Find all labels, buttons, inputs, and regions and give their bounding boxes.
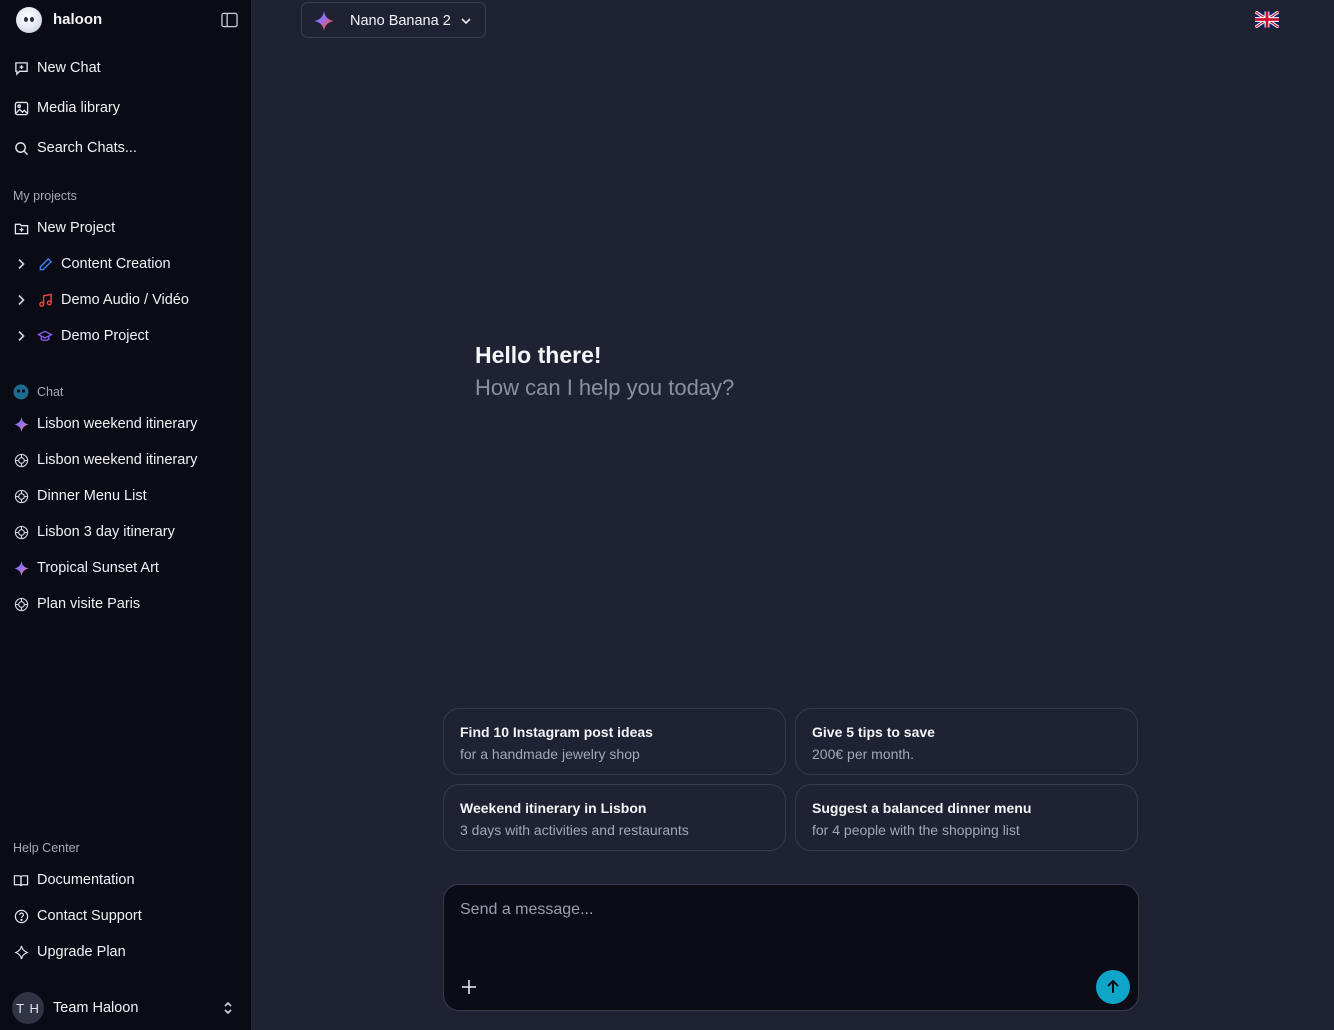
contact-support-label: Contact Support [37,908,142,924]
new-chat-button[interactable]: New Chat [0,53,252,83]
user-name: Team Haloon [53,1000,139,1016]
new-chat-icon [13,60,29,76]
chat-item[interactable]: Lisbon weekend itinerary [0,409,252,439]
chat-item[interactable]: Dinner Menu List [0,481,252,511]
chevron-right-icon[interactable] [13,292,29,308]
suggestion-card[interactable]: Find 10 Instagram post ideas for a handm… [443,708,786,775]
chat-item-label: Lisbon weekend itinerary [37,452,198,468]
project-label: Demo Project [61,328,149,344]
music-note-icon [37,292,53,308]
message-composer [443,884,1139,1011]
chat-section-label: Chat [37,385,64,399]
chat-item-label: Lisbon 3 day itinerary [37,524,175,540]
suggestion-title: Weekend itinerary in Lisbon [460,800,647,816]
model-selector-button[interactable]: Nano Banana 2 [301,2,486,38]
openai-icon [13,524,29,540]
model-name: Nano Banana 2 [350,13,451,29]
chevrons-up-down-icon [224,1001,232,1015]
contact-support-link[interactable]: Contact Support [0,901,252,931]
help-circle-icon [13,908,29,924]
chat-item[interactable]: Lisbon weekend itinerary [0,445,252,475]
avatar: T H [12,992,44,1024]
openai-icon [13,488,29,504]
my-projects-heading: My projects [13,189,77,203]
pencil-icon [37,256,53,272]
suggestion-card[interactable]: Weekend itinerary in Lisbon 3 days with … [443,784,786,851]
chat-item[interactable]: Lisbon 3 day itinerary [0,517,252,547]
chevron-right-icon[interactable] [13,328,29,344]
new-project-button[interactable]: New Project [0,213,252,243]
graduation-cap-icon [37,328,53,344]
chat-item-label: Plan visite Paris [37,596,141,612]
chat-section-heading: Chat [13,383,63,401]
greeting-subtitle: How can I help you today? [475,375,735,400]
suggestion-title: Give 5 tips to save [812,724,935,740]
new-project-label: New Project [37,220,116,236]
new-chat-label: New Chat [37,60,101,76]
upgrade-plan-link[interactable]: Upgrade Plan [0,937,252,967]
suggestion-card[interactable]: Give 5 tips to save 200€ per month. [795,708,1138,775]
media-library-label: Media library [37,100,120,116]
search-icon [13,140,29,156]
gemini-sparkle-icon [13,416,29,432]
book-icon [13,872,29,888]
send-button[interactable] [1096,970,1130,1004]
chat-mascot-icon [13,384,29,400]
chat-item-label: Tropical Sunset Art [37,560,159,576]
openai-icon [13,596,29,612]
documentation-link[interactable]: Documentation [0,865,252,895]
media-library-button[interactable]: Media library [0,93,252,123]
folder-plus-icon [13,220,29,236]
sidebar: haloon New Chat Media library Search Cha… [0,0,252,1030]
gemini-sparkle-icon [13,560,29,576]
arrow-up-icon [1107,979,1119,993]
suggestion-title: Find 10 Instagram post ideas [460,724,653,740]
chat-item-label: Dinner Menu List [37,488,147,504]
brand-name: haloon [53,11,103,28]
greeting-title: Hello there! [475,342,602,368]
chevron-right-icon[interactable] [13,256,29,272]
project-demo-audio-video[interactable]: Demo Audio / Vidéo [0,285,252,315]
sidebar-toggle-icon[interactable] [221,12,238,28]
uk-flag-icon[interactable] [1255,11,1279,28]
suggestion-subtitle: for 4 people with the shopping list [812,822,1020,838]
project-label: Demo Audio / Vidéo [61,292,189,308]
suggestion-card[interactable]: Suggest a balanced dinner menu for 4 peo… [795,784,1138,851]
project-demo-project[interactable]: Demo Project [0,321,252,351]
help-center-heading: Help Center [13,841,80,855]
chat-item-label: Lisbon weekend itinerary [37,416,198,432]
gemini-sparkle-icon [314,11,334,31]
plus-icon[interactable] [460,978,478,996]
upgrade-plan-label: Upgrade Plan [37,944,126,960]
suggestion-title: Suggest a balanced dinner menu [812,800,1032,816]
project-content-creation[interactable]: Content Creation [0,249,252,279]
sparkle-icon [13,944,29,960]
suggestion-subtitle: 3 days with activities and restaurants [460,822,689,838]
chevron-down-icon [461,18,471,25]
user-menu[interactable]: T H Team Haloon [0,990,252,1026]
search-chats-button[interactable]: Search Chats... [0,133,252,163]
chat-item[interactable]: Tropical Sunset Art [0,553,252,583]
documentation-label: Documentation [37,872,135,888]
suggestion-subtitle: for a handmade jewelry shop [460,746,640,762]
chat-item[interactable]: Plan visite Paris [0,589,252,619]
suggestion-subtitle: 200€ per month. [812,746,914,762]
brand-logo[interactable] [16,7,42,33]
openai-icon [13,452,29,468]
project-label: Content Creation [61,256,171,272]
sidebar-header: haloon [0,0,252,40]
image-icon [13,100,29,116]
message-input[interactable] [460,901,1120,961]
search-chats-label: Search Chats... [37,140,137,156]
